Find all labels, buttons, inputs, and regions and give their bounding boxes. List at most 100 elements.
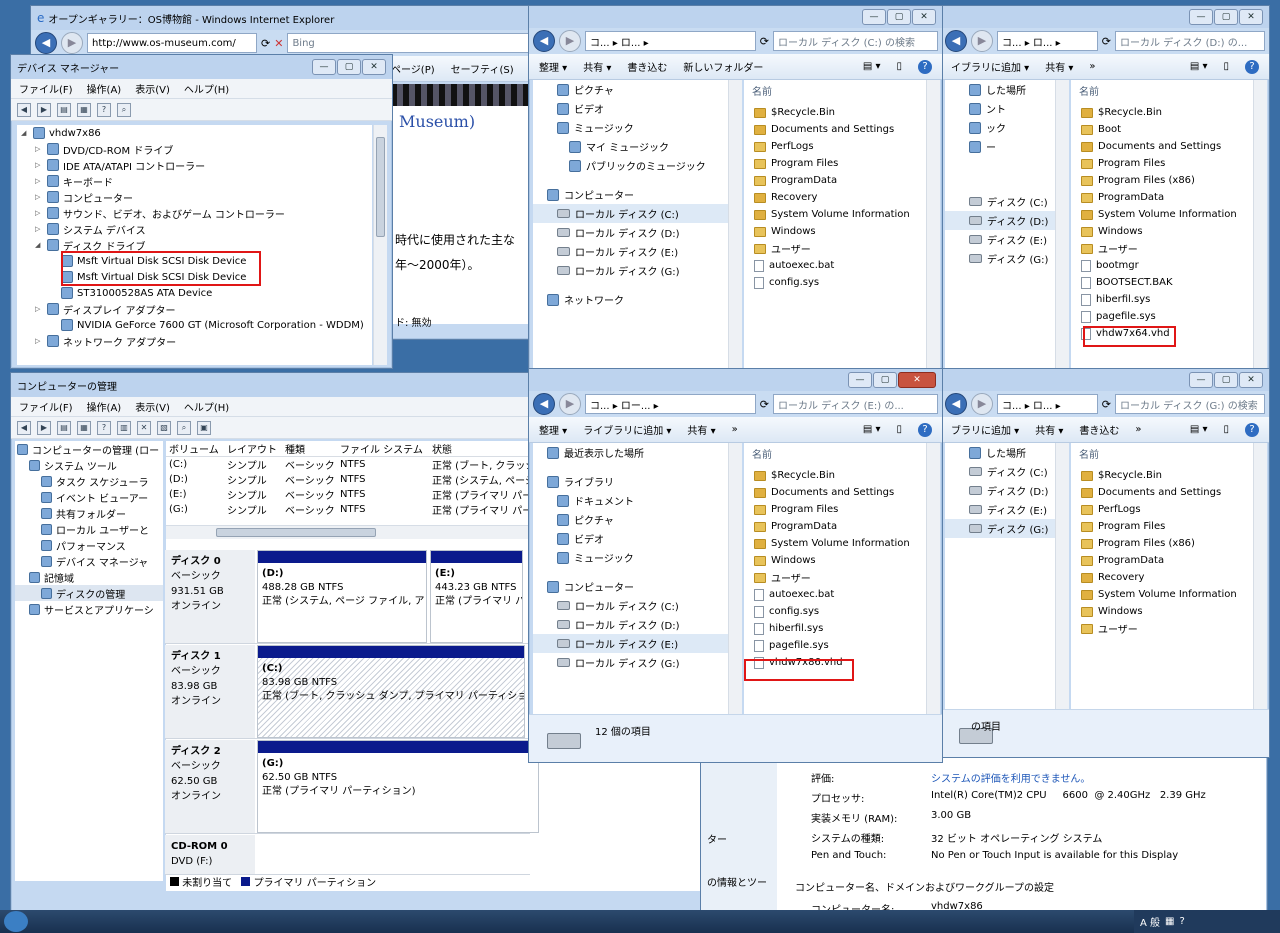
- start-button[interactable]: [4, 911, 28, 932]
- cm-tree-item[interactable]: ディスクの管理: [15, 585, 163, 601]
- col-status[interactable]: 状態: [429, 441, 529, 456]
- network-icon[interactable]: ▦: [1165, 916, 1174, 927]
- help-icon[interactable]: ?: [1245, 422, 1259, 437]
- cm-forward-icon[interactable]: ▶: [37, 420, 51, 435]
- menu-help[interactable]: ヘルプ(H): [184, 81, 229, 96]
- command-button[interactable]: ライブラリに追加 ▾: [583, 422, 671, 437]
- nav-item[interactable]: コンピューター: [533, 577, 728, 596]
- refresh-icon[interactable]: ⟳: [760, 35, 769, 48]
- back-button[interactable]: ◀: [35, 32, 57, 54]
- minimize-button[interactable]: —: [312, 59, 336, 75]
- file-item[interactable]: Program Files (x86): [1071, 535, 1253, 552]
- close-button[interactable]: ✕: [912, 9, 936, 25]
- nav-item[interactable]: ディスク (E:): [945, 230, 1055, 249]
- volume-row[interactable]: (E:) シンプル ベーシック NTFS 正常 (プライマリ パー: [166, 487, 531, 502]
- maximize-button[interactable]: ▢: [1214, 372, 1238, 388]
- file-item[interactable]: Recovery: [744, 189, 926, 206]
- nav-item[interactable]: ディスク (C:): [945, 462, 1055, 481]
- file-item[interactable]: Documents and Settings: [1071, 484, 1253, 501]
- minimize-button[interactable]: —: [862, 9, 886, 25]
- cm-tree-item[interactable]: ローカル ユーザーと: [15, 521, 163, 537]
- nav-item[interactable]: ディスク (G:): [945, 519, 1055, 538]
- file-item[interactable]: Documents and Settings: [1071, 138, 1253, 155]
- breadcrumb[interactable]: コ... ▸ ロ... ▸: [585, 31, 756, 51]
- nav-item[interactable]: ミュージック: [533, 118, 728, 137]
- volume-row[interactable]: (G:) シンプル ベーシック NTFS 正常 (プライマリ パー: [166, 502, 531, 517]
- preview-pane-icon[interactable]: ▯: [896, 424, 902, 435]
- command-button[interactable]: 書き込む: [1079, 422, 1119, 437]
- maximize-button[interactable]: ▢: [887, 9, 911, 25]
- help-icon[interactable]: ?: [918, 422, 932, 437]
- partition[interactable]: (D:) 488.28 GB NTFS 正常 (システム, ページ ファイル, ア: [257, 550, 427, 643]
- file-item[interactable]: Documents and Settings: [744, 121, 926, 138]
- file-item[interactable]: Program Files (x86): [1071, 172, 1253, 189]
- command-button[interactable]: 共有 ▾: [583, 59, 611, 74]
- nav-item[interactable]: ネットワーク: [533, 290, 728, 309]
- volume-row[interactable]: (D:) シンプル ベーシック NTFS 正常 (システム, ページ: [166, 472, 531, 487]
- cm-up-icon[interactable]: ▤: [57, 420, 71, 435]
- nav-item[interactable]: ローカル ディスク (G:): [533, 261, 728, 280]
- file-item[interactable]: vhdw7x64.vhd: [1071, 325, 1253, 342]
- expand-arrow-icon[interactable]: ◢: [21, 129, 29, 137]
- stop-icon[interactable]: ✕: [274, 37, 283, 50]
- device-tree-item[interactable]: ▷ IDE ATA/ATAPI コントローラー: [17, 157, 372, 173]
- nav-item[interactable]: ント: [945, 99, 1055, 118]
- file-item[interactable]: Program Files: [1071, 518, 1253, 535]
- file-item[interactable]: ProgramData: [744, 518, 926, 535]
- cm-menu-view[interactable]: 表示(V): [135, 399, 170, 414]
- file-item[interactable]: $Recycle.Bin: [1071, 104, 1253, 121]
- preview-pane-icon[interactable]: ▯: [1223, 61, 1229, 72]
- help-icon[interactable]: ?: [1245, 59, 1259, 74]
- forward-button[interactable]: ▶: [971, 30, 993, 52]
- command-button[interactable]: 共有 ▾: [687, 422, 715, 437]
- file-item[interactable]: hiberfil.sys: [744, 620, 926, 637]
- file-item[interactable]: hiberfil.sys: [1071, 291, 1253, 308]
- nav-scrollbar[interactable]: [1055, 443, 1069, 709]
- breadcrumb[interactable]: コ... ▸ ロー... ▸: [585, 394, 756, 414]
- partition[interactable]: (E:) 443.23 GB NTFS 正常 (プライマリ パー: [430, 550, 523, 643]
- col-layout[interactable]: レイアウト: [224, 441, 282, 456]
- expand-arrow-icon[interactable]: ▷: [35, 161, 43, 169]
- col-name-header[interactable]: 名前: [744, 443, 926, 463]
- command-button[interactable]: 書き込む: [627, 59, 667, 74]
- nav-item[interactable]: ローカル ディスク (E:): [533, 634, 728, 653]
- device-tree-item[interactable]: ▷ システム デバイス: [17, 221, 372, 237]
- cm-tree-item[interactable]: 記憶域: [15, 569, 163, 585]
- close-button[interactable]: ✕: [898, 372, 936, 388]
- explorer-search-input[interactable]: ローカル ディスク (D:) の...: [1115, 31, 1265, 51]
- back-button[interactable]: ◀: [533, 30, 555, 52]
- scan-icon[interactable]: ⌕: [117, 102, 131, 117]
- volume-row[interactable]: (C:) シンプル ベーシック NTFS 正常 (ブート, クラッシ: [166, 457, 531, 472]
- device-tree-item[interactable]: NVIDIA GeForce 7600 GT (Microsoft Corpor…: [17, 317, 372, 333]
- device-tree-item[interactable]: ▷ ディスプレイ アダプター: [17, 301, 372, 317]
- breadcrumb[interactable]: コ... ▸ ロ... ▸: [997, 394, 1098, 414]
- cm-tree-item[interactable]: 共有フォルダー: [15, 505, 163, 521]
- expand-arrow-icon[interactable]: ▷: [35, 193, 43, 201]
- list-scrollbar[interactable]: [1253, 80, 1267, 369]
- preview-pane-icon[interactable]: ▯: [896, 61, 902, 72]
- file-item[interactable]: pagefile.sys: [744, 637, 926, 654]
- disk-label[interactable]: ディスク 1 ベーシック 83.98 GB オンライン: [165, 645, 255, 738]
- cm-menu-file[interactable]: ファイル(F): [19, 399, 73, 414]
- nav-item[interactable]: ローカル ディスク (E:): [533, 242, 728, 261]
- maximize-button[interactable]: ▢: [1214, 9, 1238, 25]
- file-item[interactable]: ユーザー: [744, 569, 926, 586]
- col-fs[interactable]: ファイル システム: [337, 441, 429, 456]
- command-button[interactable]: 整理 ▾: [539, 59, 567, 74]
- nav-item[interactable]: ディスク (D:): [945, 481, 1055, 500]
- file-item[interactable]: pagefile.sys: [1071, 308, 1253, 325]
- nav-item[interactable]: ピクチャ: [533, 80, 728, 99]
- file-item[interactable]: System Volume Information: [744, 206, 926, 223]
- forward-button[interactable]: ▶: [559, 393, 581, 415]
- nav-scrollbar[interactable]: [1055, 80, 1069, 369]
- file-item[interactable]: autoexec.bat: [744, 257, 926, 274]
- device-tree-item[interactable]: ◢ ディスク ドライブ: [17, 237, 372, 253]
- nav-item[interactable]: ローカル ディスク (D:): [533, 615, 728, 634]
- file-item[interactable]: $Recycle.Bin: [744, 467, 926, 484]
- nav-item[interactable]: ローカル ディスク (G:): [533, 653, 728, 672]
- view-icon[interactable]: ▤ ▾: [1190, 424, 1208, 435]
- list-scrollbar[interactable]: [1253, 443, 1267, 709]
- ie-search-input[interactable]: Bing: [287, 33, 545, 53]
- nav-item[interactable]: した場所: [945, 80, 1055, 99]
- nav-item[interactable]: した場所: [945, 443, 1055, 462]
